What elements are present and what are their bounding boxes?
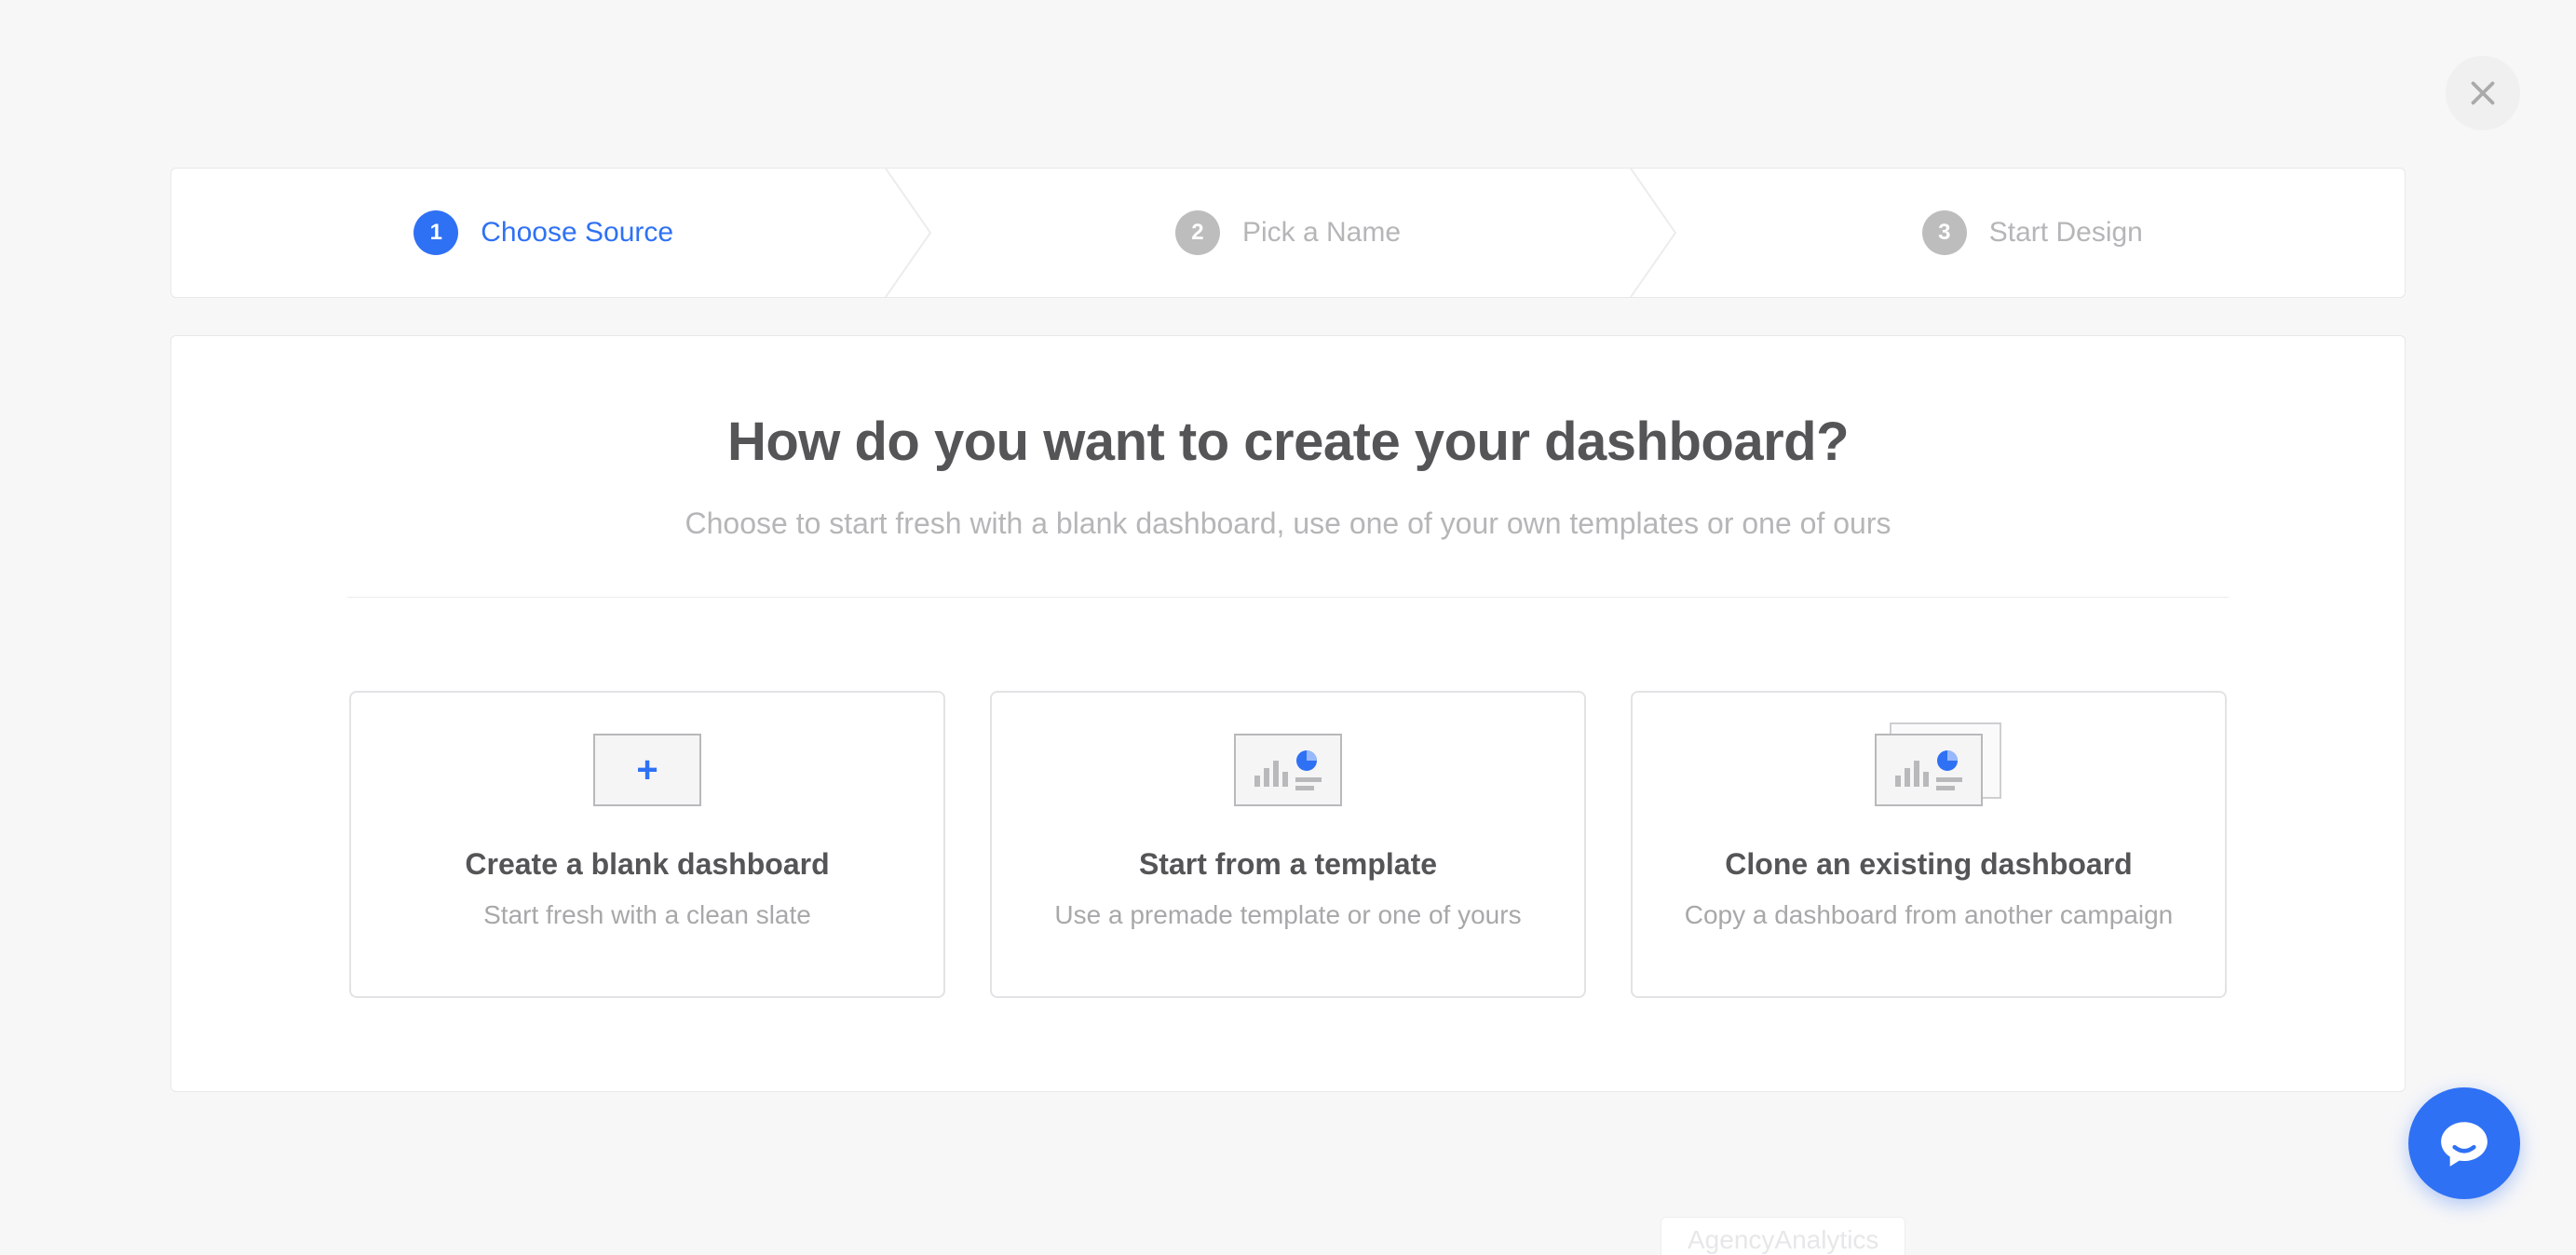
chat-icon xyxy=(2437,1116,2491,1170)
plus-icon: + xyxy=(636,751,658,789)
template-card-icon-frame xyxy=(1234,734,1342,806)
step-pick-name[interactable]: 2 Pick a Name xyxy=(915,169,1660,297)
close-button[interactable] xyxy=(2446,56,2520,130)
card-title: Create a blank dashboard xyxy=(465,847,829,882)
card-title: Start from a template xyxy=(1139,847,1437,882)
panel-title: How do you want to create your dashboard… xyxy=(227,411,2349,473)
chart-icon xyxy=(1249,748,1327,792)
step-label: Choose Source xyxy=(481,217,673,249)
content-panel: How do you want to create your dashboard… xyxy=(170,335,2406,1092)
step-label: Pick a Name xyxy=(1242,217,1401,249)
step-choose-source[interactable]: 1 Choose Source xyxy=(171,169,915,297)
clone-card-icon-frame xyxy=(1875,734,1983,806)
option-from-template[interactable]: Start from a template Use a premade temp… xyxy=(990,691,1586,998)
panel-subtitle: Choose to start fresh with a blank dashb… xyxy=(227,506,2349,541)
option-cards-row: + Create a blank dashboard Start fresh w… xyxy=(227,691,2349,998)
step-number-badge: 3 xyxy=(1922,210,1967,255)
modal-container: 1 Choose Source 2 Pick a Name 3 Start De… xyxy=(170,0,2406,1092)
watermark-label: AgencyAnalytics xyxy=(1661,1217,1905,1255)
step-start-design[interactable]: 3 Start Design xyxy=(1661,169,2405,297)
card-description: Copy a dashboard from another campaign xyxy=(1685,900,2174,930)
chat-launcher-button[interactable] xyxy=(2408,1087,2520,1199)
card-description: Use a premade template or one of yours xyxy=(1054,900,1521,930)
card-title: Clone an existing dashboard xyxy=(1725,847,2132,882)
divider xyxy=(347,597,2229,598)
option-clone-dashboard[interactable]: Clone an existing dashboard Copy a dashb… xyxy=(1631,691,2227,998)
blank-card-icon-frame: + xyxy=(593,734,701,806)
step-number-badge: 1 xyxy=(414,210,458,255)
stepper: 1 Choose Source 2 Pick a Name 3 Start De… xyxy=(170,168,2406,298)
step-label: Start Design xyxy=(1989,217,2143,249)
step-number-badge: 2 xyxy=(1175,210,1220,255)
close-icon xyxy=(2466,76,2500,110)
card-description: Start fresh with a clean slate xyxy=(483,900,811,930)
option-blank-dashboard[interactable]: + Create a blank dashboard Start fresh w… xyxy=(349,691,945,998)
chart-stack-icon xyxy=(1890,748,1968,792)
